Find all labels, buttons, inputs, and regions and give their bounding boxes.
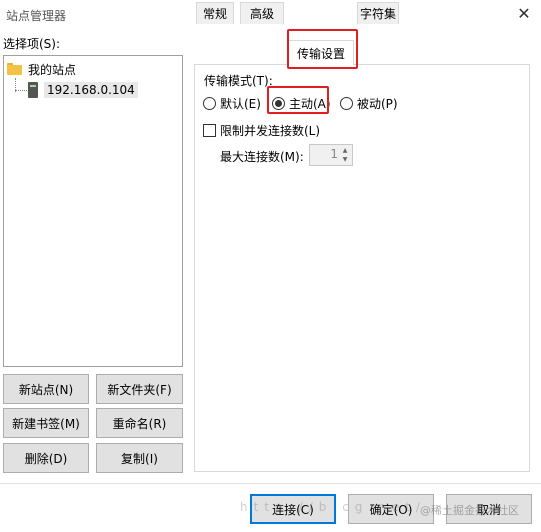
new-site-button[interactable]: 新站点(N) — [3, 374, 89, 404]
folder-icon — [7, 63, 22, 75]
select-entry-label: 选择项(S): — [3, 37, 61, 51]
max-connections-value: 1 — [330, 147, 338, 161]
mode-passive-radio[interactable]: 被动(P) — [340, 95, 398, 112]
tree-item-label: 我的站点 — [28, 62, 77, 77]
spinner-down-icon[interactable]: ▼ — [339, 155, 351, 164]
max-connections-label: 最大连接数(M): — [220, 150, 304, 164]
tree-connector — [15, 90, 27, 91]
mode-active-label: 主动(A) — [289, 97, 331, 111]
radio-unchecked-icon — [340, 97, 353, 110]
mode-passive-label: 被动(P) — [357, 97, 398, 111]
mode-default-label: 默认(E) — [220, 97, 261, 111]
spinner-up-icon[interactable]: ▲ — [339, 146, 351, 155]
tab-general[interactable]: 常规 — [196, 2, 234, 24]
site-tree[interactable]: 我的站点 192.168.0.104 — [3, 55, 183, 367]
site-manager-window: 站点管理器 ✕ 选择项(S): 我的站点 192.168.0.104 新站点(N… — [0, 0, 541, 532]
copy-button[interactable]: 复制(I) — [96, 443, 183, 473]
tree-item-label: 192.168.0.104 — [44, 82, 138, 98]
limit-connections-label: 限制并发连接数(L) — [220, 124, 321, 138]
max-connections-spinner[interactable]: 1 ▲ ▼ — [309, 144, 353, 166]
tree-item-site[interactable]: 192.168.0.104 — [28, 81, 138, 99]
radio-checked-icon — [272, 97, 285, 110]
connect-button[interactable]: 连接(C) — [250, 494, 336, 524]
tree-item-my-sites[interactable]: 我的站点 — [7, 60, 76, 78]
transfer-mode-label: 传输模式(T): — [204, 74, 273, 88]
radio-unchecked-icon — [203, 97, 216, 110]
server-icon — [28, 82, 38, 98]
mode-default-radio[interactable]: 默认(E) — [203, 95, 261, 112]
checkbox-icon — [203, 124, 216, 137]
tab-charset[interactable]: 字符集 — [357, 2, 399, 24]
ok-button[interactable]: 确定(O) — [348, 494, 434, 524]
tab-transfer-settings[interactable]: 传输设置 — [288, 40, 354, 65]
delete-button[interactable]: 删除(D) — [3, 443, 89, 473]
spinner-arrows: ▲ ▼ — [339, 146, 351, 164]
tab-advanced[interactable]: 高级 — [240, 2, 284, 24]
window-title: 站点管理器 — [6, 9, 67, 23]
mode-active-radio[interactable]: 主动(A) — [272, 95, 331, 112]
limit-connections-checkbox[interactable]: 限制并发连接数(L) — [203, 122, 320, 139]
new-folder-button[interactable]: 新文件夹(F) — [96, 374, 183, 404]
new-bookmark-button[interactable]: 新建书签(M) — [3, 408, 89, 438]
rename-button[interactable]: 重命名(R) — [96, 408, 183, 438]
cancel-button[interactable]: 取消 — [446, 494, 532, 524]
close-icon[interactable]: ✕ — [513, 4, 535, 24]
footer-divider — [0, 483, 541, 484]
